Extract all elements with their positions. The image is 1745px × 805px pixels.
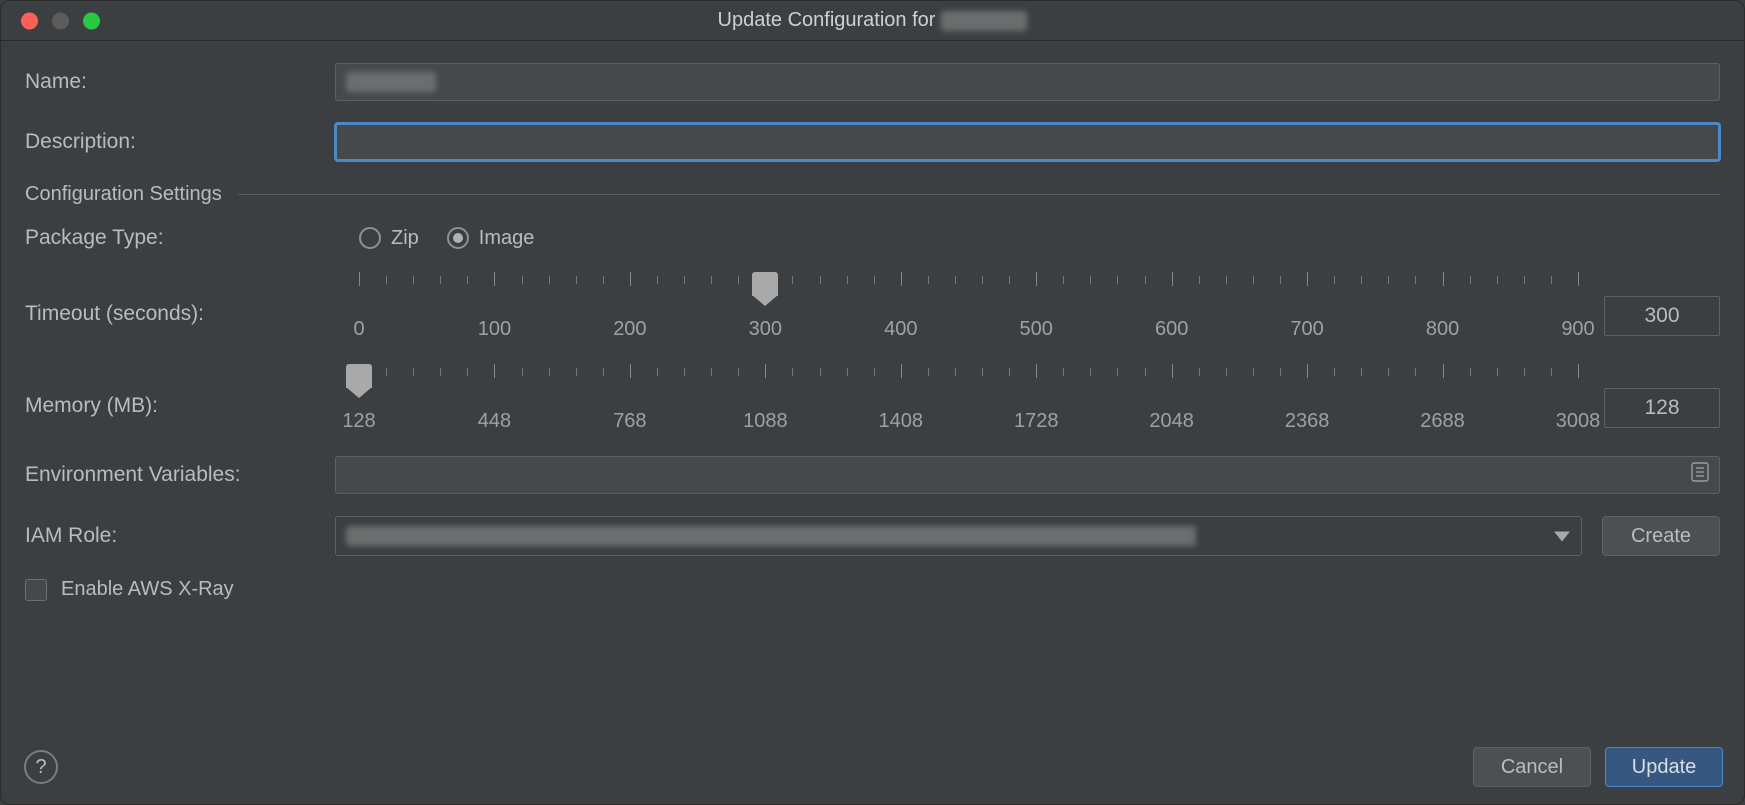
redacted-iam-value (346, 526, 1196, 546)
zoom-window-icon[interactable] (83, 12, 100, 29)
iam-role-select[interactable] (335, 516, 1582, 556)
list-icon[interactable] (1691, 462, 1709, 488)
redacted-name-value (346, 72, 436, 92)
redacted-name (941, 11, 1027, 31)
window-controls (21, 12, 100, 29)
cancel-button[interactable]: Cancel (1473, 747, 1591, 787)
divider (238, 194, 1720, 195)
update-button[interactable]: Update (1605, 747, 1723, 787)
xray-checkbox[interactable] (25, 579, 47, 601)
package-type-group: Zip Image (359, 227, 534, 250)
close-window-icon[interactable] (21, 12, 38, 29)
memory-slider[interactable]: 1284487681088140817282048236826883008 (359, 364, 1578, 424)
env-label: Environment Variables: (25, 463, 335, 487)
minimize-window-icon[interactable] (52, 12, 69, 29)
package-type-label: Package Type: (25, 226, 359, 250)
title-text: Update Configuration for (718, 9, 936, 32)
timeout-label: Timeout (seconds): (25, 272, 359, 326)
timeout-value[interactable]: 300 (1604, 296, 1720, 336)
name-input[interactable] (335, 63, 1720, 101)
description-input[interactable] (335, 123, 1720, 161)
memory-label: Memory (MB): (25, 364, 359, 418)
image-label: Image (479, 227, 535, 250)
name-label: Name: (25, 70, 335, 94)
radio-icon (359, 227, 381, 249)
create-role-button[interactable]: Create (1602, 516, 1720, 556)
chevron-down-icon (1554, 525, 1570, 548)
description-label: Description: (25, 130, 335, 154)
radio-icon (447, 227, 469, 249)
env-variables-input[interactable] (335, 456, 1720, 494)
package-type-zip-radio[interactable]: Zip (359, 227, 419, 250)
zip-label: Zip (391, 227, 419, 250)
help-button[interactable]: ? (24, 750, 58, 784)
memory-value[interactable]: 128 (1604, 388, 1720, 428)
timeout-slider[interactable]: 0100200300400500600700800900 (359, 272, 1578, 332)
section-heading: Configuration Settings (25, 183, 222, 206)
page-title: Update Configuration for (718, 9, 1028, 32)
xray-label: Enable AWS X-Ray (61, 578, 234, 601)
titlebar: Update Configuration for (1, 1, 1744, 41)
package-type-image-radio[interactable]: Image (447, 227, 535, 250)
iam-label: IAM Role: (25, 524, 335, 548)
